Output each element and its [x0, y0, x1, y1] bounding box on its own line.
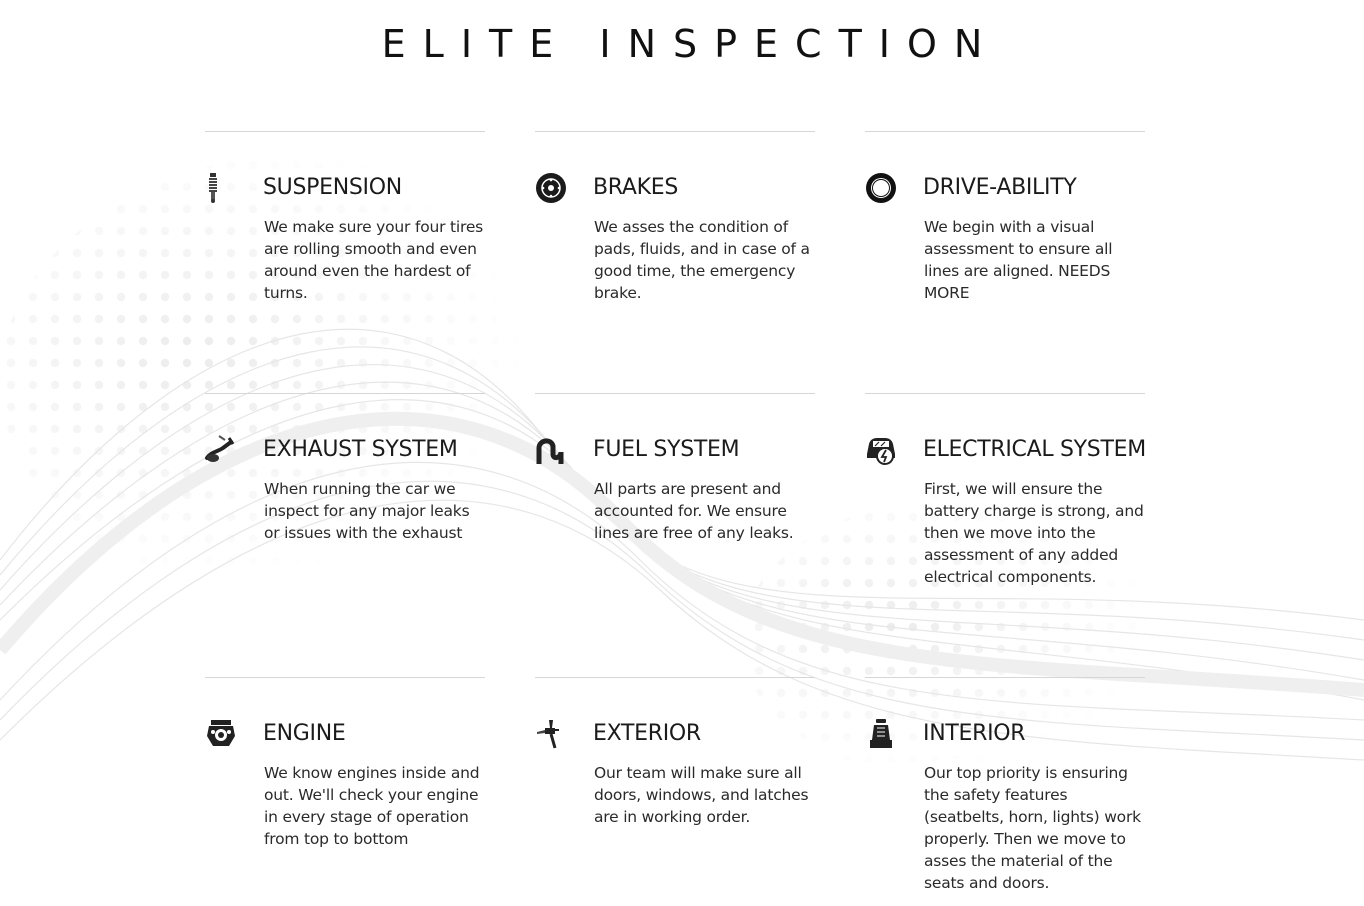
car-battery-icon [865, 434, 897, 466]
shock-absorber-icon [205, 172, 237, 204]
card-title: ELECTRICAL SYSTEM [923, 437, 1146, 462]
card-exhaust-system: EXHAUST SYSTEM When running the car we i… [205, 393, 485, 674]
card-title: FUEL SYSTEM [593, 437, 740, 462]
card-description: We know engines inside and out. We'll ch… [264, 764, 480, 848]
card-description: When running the car we inspect for any … [264, 480, 470, 542]
card-suspension: SUSPENSION We make sure your four tires … [205, 131, 485, 392]
card-title: EXTERIOR [593, 721, 701, 746]
car-seat-icon [865, 718, 897, 750]
card-brakes: BRAKES We asses the condition of pads, f… [535, 131, 815, 392]
exhaust-pipe-icon [205, 434, 237, 466]
tire-icon [865, 172, 897, 204]
card-title: ENGINE [263, 721, 346, 746]
card-interior: INTERIOR Our top priority is ensuring th… [865, 677, 1145, 906]
card-title: BRAKES [593, 175, 679, 200]
card-description: We asses the condition of pads, fluids, … [594, 218, 810, 302]
card-fuel-system: FUEL SYSTEM All parts are present and ac… [535, 393, 815, 674]
card-description: First, we will ensure the battery charge… [924, 480, 1144, 586]
card-description: Our top priority is ensuring the safety … [924, 764, 1141, 892]
card-description: We make sure your four tires are rolling… [264, 218, 484, 302]
fuel-line-icon [535, 434, 567, 466]
engine-icon [205, 718, 237, 750]
page-title: ELITE INSPECTION [381, 22, 1000, 66]
card-description: We begin with a visual assessment to ens… [924, 218, 1113, 302]
card-title: SUSPENSION [263, 175, 402, 200]
card-description: All parts are present and accounted for.… [594, 480, 794, 542]
card-engine: ENGINE We know engines inside and out. W… [205, 677, 485, 906]
card-title: INTERIOR [923, 721, 1026, 746]
card-description: Our team will make sure all doors, windo… [594, 764, 809, 826]
card-electrical-system: ELECTRICAL SYSTEM First, we will ensure … [865, 393, 1146, 674]
brake-disc-icon [535, 172, 567, 204]
card-drive-ability: DRIVE-ABILITY We begin with a visual ass… [865, 131, 1145, 392]
card-exterior: EXTERIOR Our team will make sure all doo… [535, 677, 815, 906]
card-title: DRIVE-ABILITY [923, 175, 1077, 200]
card-title: EXHAUST SYSTEM [263, 437, 458, 462]
spray-gun-icon [535, 718, 567, 750]
